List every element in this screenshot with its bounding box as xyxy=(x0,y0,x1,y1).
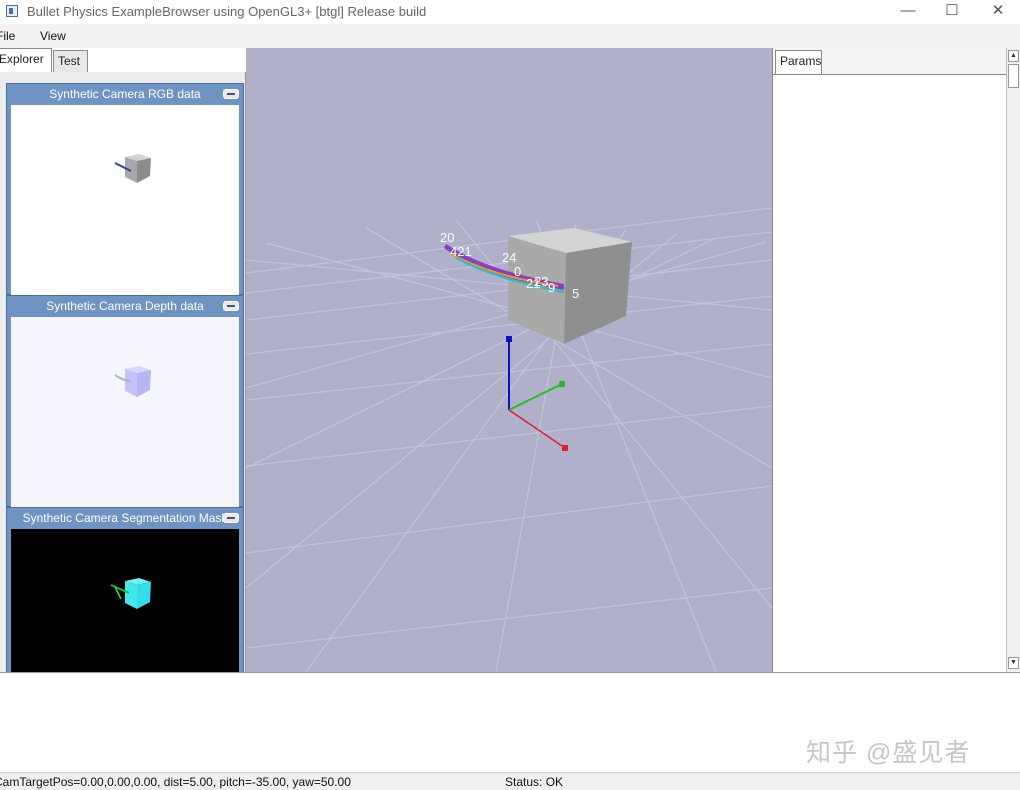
scroll-down-icon[interactable]: ▼ xyxy=(1008,657,1019,669)
tab-explorer[interactable]: Explorer xyxy=(0,48,52,72)
maximize-button[interactable]: ☐ xyxy=(929,0,975,24)
minimize-button[interactable]: — xyxy=(885,0,931,24)
scroll-up-icon[interactable]: ▲ xyxy=(1008,50,1019,62)
camera-rgb-title[interactable]: Synthetic Camera RGB data xyxy=(7,84,243,104)
camera-rgb-window: Synthetic Camera RGB data xyxy=(6,83,244,295)
minimize-camera-depth-button[interactable] xyxy=(223,301,239,311)
minimize-camera-segmentation-button[interactable] xyxy=(223,513,239,523)
3d-viewport[interactable]: 20 421 24 0 23 21 9 5 xyxy=(246,48,772,672)
camera-depth-title[interactable]: Synthetic Camera Depth data xyxy=(7,296,243,316)
close-button[interactable]: ✕ xyxy=(975,0,1020,24)
watermark: 知乎 @盛见者 xyxy=(806,739,971,767)
vertical-scrollbar[interactable]: ▲ ▼ xyxy=(1006,48,1020,672)
overlay-label: 20 xyxy=(440,230,454,245)
minimize-camera-rgb-button[interactable] xyxy=(223,89,239,99)
app-icon xyxy=(6,5,18,17)
overlay-label: 421 xyxy=(450,244,472,259)
camera-status-text: CamTargetPos=0.00,0.00,0.00, dist=5.00, … xyxy=(0,775,351,789)
menu-file[interactable]: File xyxy=(0,29,15,43)
camera-depth-image xyxy=(11,317,239,507)
menu-bar: File View xyxy=(0,24,1020,48)
title-bar: Bullet Physics ExampleBrowser using Open… xyxy=(0,0,1020,24)
overlay-label: 9 xyxy=(548,280,555,295)
status-bar: CamTargetPos=0.00,0.00,0.00, dist=5.00, … xyxy=(0,772,1020,790)
status-text: Status: OK xyxy=(505,775,564,789)
camera-rgb-image xyxy=(11,105,239,295)
camera-segmentation-title[interactable]: Synthetic Camera Segmentation Mask xyxy=(7,508,243,528)
scroll-thumb[interactable] xyxy=(1008,64,1019,88)
params-body xyxy=(773,74,1006,673)
camera-depth-window: Synthetic Camera Depth data xyxy=(6,295,244,507)
overlay-label: 24 xyxy=(502,250,516,265)
params-panel: Params xyxy=(772,48,1006,673)
overlay-label: 21 xyxy=(526,276,540,291)
scene-svg: 20 421 24 0 23 21 9 5 xyxy=(246,207,772,672)
overlay-label: 5 xyxy=(572,286,579,301)
tab-params[interactable]: Params xyxy=(775,50,822,74)
overlay-label: 0 xyxy=(514,264,521,279)
menu-view[interactable]: View xyxy=(40,29,66,43)
window-title: Bullet Physics ExampleBrowser using Open… xyxy=(27,4,427,19)
tab-test[interactable]: Test xyxy=(53,50,88,72)
